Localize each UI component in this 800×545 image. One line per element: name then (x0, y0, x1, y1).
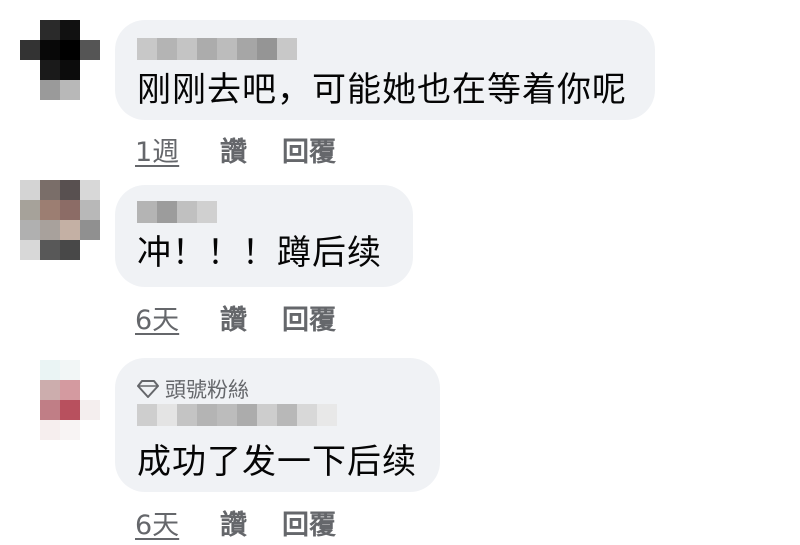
comment-bubble: 頭號粉絲 成功了发一下后续 (115, 358, 440, 492)
comment-bubble: 刚刚去吧，可能她也在等着你呢 (115, 20, 655, 120)
diamond-icon (137, 380, 159, 398)
timestamp-link[interactable]: 6天 (135, 298, 220, 337)
badge-label: 頭號粉絲 (165, 378, 249, 402)
author-name-blurred[interactable] (137, 201, 217, 223)
reply-button[interactable]: 回覆 (282, 503, 336, 542)
comment-text: 成功了发一下后续 (137, 442, 417, 482)
author-name-blurred[interactable] (137, 38, 297, 60)
avatar[interactable] (20, 20, 100, 100)
timestamp-link[interactable]: 1週 (135, 130, 220, 169)
like-button[interactable]: 讚 (220, 130, 282, 169)
comment-text: 冲！！！蹲后续 (137, 233, 382, 273)
author-name-blurred[interactable] (137, 404, 337, 426)
timestamp-link[interactable]: 6天 (135, 503, 220, 542)
top-fan-badge: 頭號粉絲 (137, 374, 249, 404)
like-button[interactable]: 讚 (220, 298, 282, 337)
reply-button[interactable]: 回覆 (282, 130, 336, 169)
avatar[interactable] (20, 360, 100, 440)
comment-actions: 6天 讚 回覆 (135, 503, 336, 542)
reply-button[interactable]: 回覆 (282, 298, 336, 337)
comment-bubble: 冲！！！蹲后续 (115, 185, 413, 287)
comment-actions: 1週 讚 回覆 (135, 130, 336, 169)
avatar[interactable] (20, 180, 100, 260)
like-button[interactable]: 讚 (220, 503, 282, 542)
comment-actions: 6天 讚 回覆 (135, 298, 336, 337)
comment-text: 刚刚去吧，可能她也在等着你呢 (137, 70, 627, 110)
